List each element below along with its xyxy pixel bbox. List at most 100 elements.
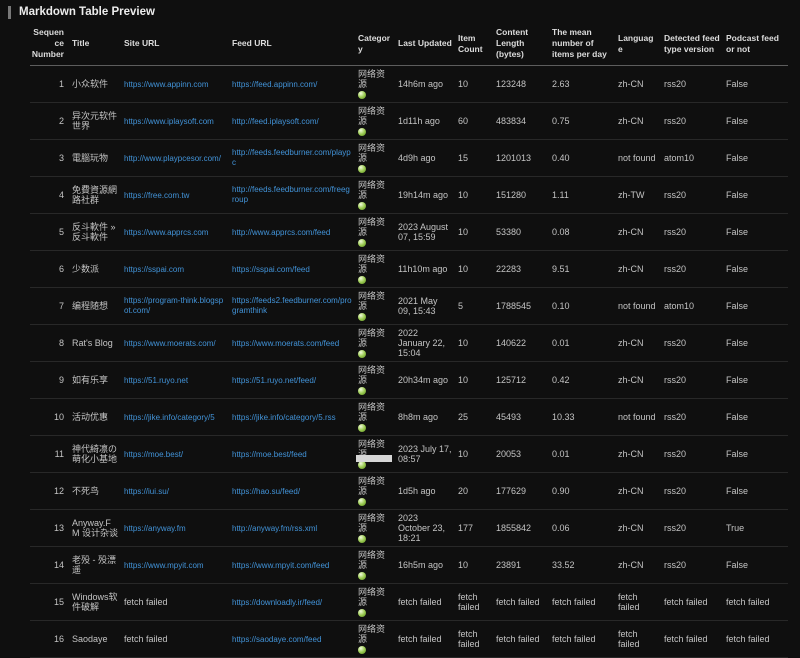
- cell-text: False: [726, 560, 748, 570]
- table-row: 8Rat's Bloghttps://www.moerats.com/https…: [30, 325, 788, 362]
- cell-text: 11h10m ago: [398, 264, 447, 274]
- cell-podcast: True: [726, 510, 788, 547]
- site-link[interactable]: https://free.com.tw: [124, 191, 189, 201]
- table-row: 16Saodayefetch failedhttps://saodaye.com…: [30, 621, 788, 658]
- cell-language: zh-CN: [618, 547, 664, 584]
- feed-link[interactable]: http://www.apprcs.com/feed: [232, 228, 330, 238]
- cell-seq: 16: [30, 621, 72, 658]
- cell-last_updated: 1d5h ago: [398, 473, 458, 510]
- cell-text: 8h8m ago: [398, 412, 438, 422]
- category-label: 网络资源: [358, 180, 392, 200]
- feed-link[interactable]: http://anyway.fm/rss.xml: [232, 524, 317, 534]
- cell-podcast: False: [726, 66, 788, 103]
- cell-category: 网络资源: [358, 251, 398, 288]
- green-dot-icon: [358, 572, 366, 580]
- feed-link[interactable]: http://feed.iplaysoft.com/: [232, 117, 319, 127]
- cell-language: zh-CN: [618, 473, 664, 510]
- cell-feed_url: http://www.apprcs.com/feed: [232, 214, 358, 251]
- feed-link[interactable]: https://feeds2.feedburner.com/programthi…: [232, 296, 352, 316]
- category-label: 网络资源: [358, 254, 392, 274]
- feed-link[interactable]: http://feeds.feedburner.com/playpc: [232, 148, 352, 168]
- site-link[interactable]: https://program-think.blogspot.com/: [124, 296, 226, 316]
- cell-seq: 14: [30, 547, 72, 584]
- cell-title: 電腦玩物: [72, 140, 124, 177]
- cell-text: 不死鸟: [72, 486, 99, 496]
- cell-text: fetch failed: [664, 597, 708, 607]
- cell-language: zh-CN: [618, 66, 664, 103]
- feed-link[interactable]: https://moe.best/feed: [232, 450, 307, 460]
- cell-text: zh-TW: [618, 190, 645, 200]
- cell-text: 20053: [496, 449, 521, 459]
- feed-link[interactable]: http://feeds.feedburner.com/freegroup: [232, 185, 352, 205]
- cell-text: Rat's Blog: [72, 338, 113, 348]
- cell-language: not found: [618, 140, 664, 177]
- cell-text: 123248: [496, 79, 526, 89]
- cell-site_url: fetch failed: [124, 621, 232, 658]
- site-link[interactable]: https://51.ruyo.net: [124, 376, 188, 386]
- feed-link[interactable]: https://jike.info/category/5.rss: [232, 413, 336, 423]
- site-link[interactable]: https://www.appinn.com: [124, 80, 208, 90]
- cell-text: False: [726, 153, 748, 163]
- cell-mean_items: 0.40: [552, 140, 618, 177]
- cell-text: 15: [458, 153, 468, 163]
- green-dot-icon: [358, 239, 366, 247]
- cell-title: Rat's Blog: [72, 325, 124, 362]
- site-link[interactable]: https://www.apprcs.com: [124, 228, 208, 238]
- cell-title: Saodaye: [72, 621, 124, 658]
- feed-link[interactable]: https://www.moerats.com/feed: [232, 339, 339, 349]
- feed-link[interactable]: https://hao.su/feed/: [232, 487, 300, 497]
- cell-text: 10.33: [552, 412, 575, 422]
- site-link[interactable]: https://www.iplaysoft.com: [124, 117, 214, 127]
- cell-text: 10: [458, 449, 468, 459]
- site-link[interactable]: https://anyway.fm: [124, 524, 186, 534]
- site-link[interactable]: https://iui.su/: [124, 487, 169, 497]
- site-link[interactable]: http://www.playpcesor.com/: [124, 154, 221, 164]
- cell-text: fetch failed: [496, 634, 540, 644]
- cell-feed_type: rss20: [664, 436, 726, 473]
- feed-link[interactable]: https://downloadly.ir/feed/: [232, 598, 322, 608]
- site-link[interactable]: https://www.mpyit.com: [124, 561, 204, 571]
- cell-text: 177629: [496, 486, 526, 496]
- cell-feed_url: https://feed.appinn.com/: [232, 66, 358, 103]
- category-label: 网络资源: [358, 69, 392, 89]
- cell-text: 20h34m ago: [398, 375, 448, 385]
- cell-text: False: [726, 190, 748, 200]
- cell-text: 2.63: [552, 79, 570, 89]
- cell-text: 6: [59, 264, 64, 274]
- cell-text: 7: [59, 301, 64, 311]
- site-link[interactable]: https://www.moerats.com/: [124, 339, 216, 349]
- cell-text: 20: [458, 486, 468, 496]
- cell-text: 10: [458, 338, 468, 348]
- cell-text: rss20: [664, 79, 686, 89]
- cell-mean_items: 0.06: [552, 510, 618, 547]
- cell-site_url: https://anyway.fm: [124, 510, 232, 547]
- cell-text: 1d5h ago: [398, 486, 436, 496]
- feed-link[interactable]: https://51.ruyo.net/feed/: [232, 376, 316, 386]
- site-link[interactable]: https://sspai.com: [124, 265, 184, 275]
- cell-text: 9: [59, 375, 64, 385]
- cell-item_count: fetch failed: [458, 621, 496, 658]
- horizontal-scrollbar-thumb[interactable]: [356, 455, 392, 462]
- site-link[interactable]: https://moe.best/: [124, 450, 183, 460]
- feed-link[interactable]: https://sspai.com/feed: [232, 265, 310, 275]
- site-link[interactable]: https://jike.info/category/5: [124, 413, 215, 423]
- cell-mean_items: 0.01: [552, 325, 618, 362]
- category-label: 网络资源: [358, 365, 392, 385]
- feed-link[interactable]: https://feed.appinn.com/: [232, 80, 317, 90]
- cell-item_count: 10: [458, 325, 496, 362]
- cell-title: 神代綺凛の萌化小基地: [72, 436, 124, 473]
- feed-link[interactable]: https://www.mpyit.com/feed: [232, 561, 329, 571]
- cell-podcast: False: [726, 547, 788, 584]
- cell-item_count: 5: [458, 288, 496, 325]
- cell-language: fetch failed: [618, 621, 664, 658]
- column-header-content_length: Content Length (bytes): [496, 22, 552, 66]
- cell-item_count: 15: [458, 140, 496, 177]
- cell-mean_items: 2.63: [552, 66, 618, 103]
- cell-last_updated: 16h5m ago: [398, 547, 458, 584]
- cell-text: zh-CN: [618, 486, 644, 496]
- feed-link[interactable]: https://saodaye.com/feed: [232, 635, 321, 645]
- cell-content_length: 140622: [496, 325, 552, 362]
- cell-text: 神代綺凛の萌化小基地: [72, 444, 117, 464]
- table-row: 14老殁 - 殁漂遥https://www.mpyit.comhttps://w…: [30, 547, 788, 584]
- cell-feed_url: https://sspai.com/feed: [232, 251, 358, 288]
